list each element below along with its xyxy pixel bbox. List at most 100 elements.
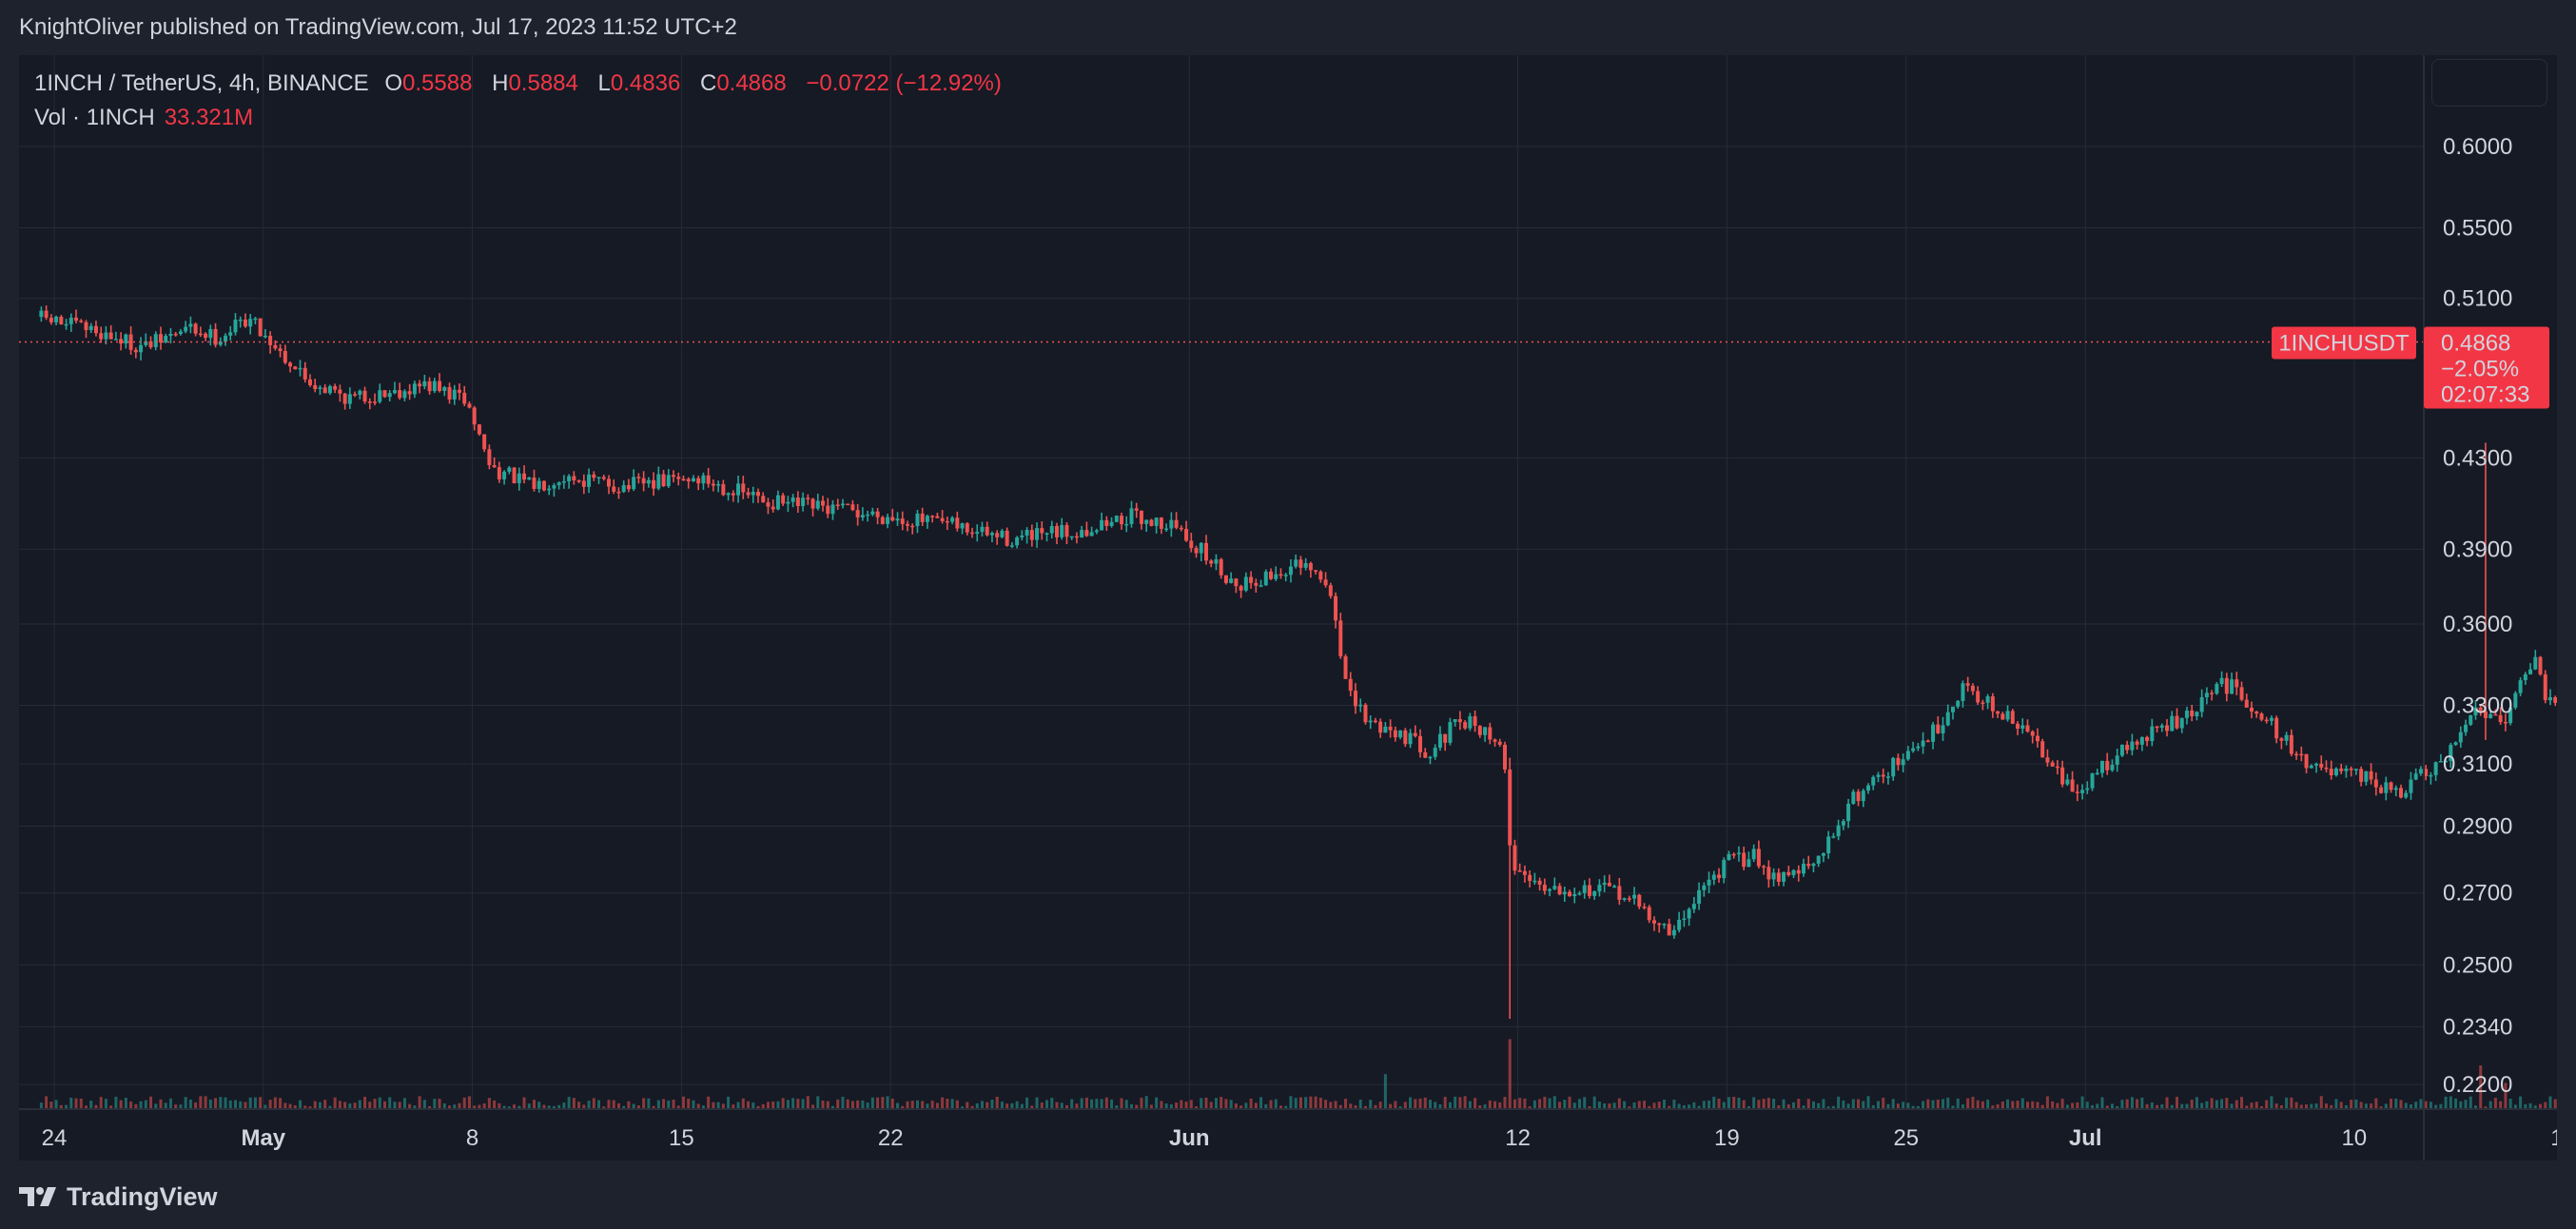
volume-bar xyxy=(368,1102,372,1109)
candle-body xyxy=(1816,855,1821,864)
volume-bar xyxy=(1876,1101,1880,1109)
candle-body xyxy=(283,351,287,363)
grid xyxy=(19,55,2424,1109)
volume-bar xyxy=(388,1097,392,1109)
volume-bar xyxy=(333,1097,337,1109)
volume-bar xyxy=(2011,1101,2015,1109)
legend-open-value: 0.5588 xyxy=(402,70,473,96)
candle-body xyxy=(1508,769,1512,846)
volume-bar xyxy=(766,1102,770,1109)
candle-body xyxy=(731,493,735,496)
volume-bar xyxy=(1204,1097,1208,1109)
candle-body xyxy=(1199,542,1203,554)
candle-body xyxy=(1582,885,1587,893)
candle-body xyxy=(1234,578,1239,587)
volume-bar xyxy=(856,1100,860,1109)
candle-body xyxy=(507,467,512,472)
volume-bar xyxy=(1558,1102,1562,1109)
volume-bar xyxy=(1025,1097,1029,1109)
candle-body xyxy=(1876,774,1881,777)
price-tag-pct: −2.05% xyxy=(2441,356,2519,381)
volume-bar xyxy=(1942,1099,1945,1109)
candle-body xyxy=(457,389,461,393)
candle-body xyxy=(1104,519,1109,526)
volume-bar xyxy=(1657,1102,1661,1109)
candle-body xyxy=(2279,738,2284,741)
candle-body xyxy=(193,323,198,334)
y-tick-label: 0.3600 xyxy=(2443,612,2512,637)
candle-body xyxy=(672,475,676,478)
chart-area[interactable]: 0.2200 0.2340 0.2500 0.2700 0.2900 0.3100 0.33… xyxy=(19,55,2557,1161)
candle-body xyxy=(925,516,929,522)
candle-body xyxy=(766,502,771,507)
candle-body xyxy=(1572,894,1577,897)
x-tick-label: 25 xyxy=(1893,1125,1919,1151)
candle-body xyxy=(2135,741,2139,745)
volume-bar xyxy=(1175,1102,1179,1109)
candle-body xyxy=(1885,776,1890,778)
candle-body xyxy=(1851,791,1856,804)
candle-body xyxy=(273,344,278,349)
volume-bar xyxy=(1652,1102,1656,1109)
volume-bar xyxy=(1902,1102,1905,1109)
candle-body xyxy=(1184,529,1189,541)
volume-bar xyxy=(1100,1099,1103,1109)
volume-bar xyxy=(1583,1097,1587,1109)
candle-body xyxy=(517,473,521,484)
volume-bar xyxy=(149,1096,153,1109)
volume-bar xyxy=(1448,1102,1452,1109)
candle-body xyxy=(1557,886,1562,895)
candle-body xyxy=(751,492,755,496)
candle-body xyxy=(233,320,238,333)
volume-bar xyxy=(966,1102,969,1109)
price-tag: 1INCHUSDT 0.4868 −2.05% 02:07:33 xyxy=(2272,326,2549,409)
candle-body xyxy=(850,504,855,511)
volume-bar xyxy=(2006,1099,2010,1109)
chart-settings-button[interactable] xyxy=(2431,59,2547,107)
candle-body xyxy=(930,516,935,517)
volume-bar xyxy=(398,1102,401,1109)
volume-bar xyxy=(382,1101,386,1109)
volume-bar xyxy=(69,1097,73,1109)
footer-brand[interactable]: TradingView xyxy=(19,1180,218,1214)
candle-body xyxy=(781,495,786,504)
candle-body xyxy=(1005,530,1009,546)
volume-bar xyxy=(462,1097,466,1109)
volume-bar xyxy=(2140,1097,2144,1109)
candle-body xyxy=(935,516,940,518)
volume-bar xyxy=(1358,1099,1362,1109)
candle-body xyxy=(2035,735,2039,742)
price-chart[interactable]: 0.2200 0.2340 0.2500 0.2700 0.2900 0.3100 0.33… xyxy=(19,55,2557,1161)
candle-body xyxy=(561,480,566,483)
legend-open-label: O xyxy=(384,70,403,96)
x-tick-label: Jul xyxy=(2069,1125,2102,1151)
volume-bar xyxy=(2519,1096,2523,1109)
candle-body xyxy=(2294,753,2299,756)
volume-bar xyxy=(567,1097,571,1109)
volume-bar xyxy=(751,1102,755,1109)
volume-bar xyxy=(2210,1098,2214,1109)
candle-body xyxy=(1776,872,1781,882)
candle-body xyxy=(2339,768,2344,771)
candle-body xyxy=(263,335,267,338)
candle-body xyxy=(2309,765,2313,769)
candle-body xyxy=(1203,542,1208,561)
volume-bar xyxy=(2424,1101,2428,1109)
candle-body xyxy=(2547,697,2552,701)
candle-body xyxy=(1423,751,1428,758)
candle-body xyxy=(985,526,989,536)
candle-body xyxy=(2095,772,2099,775)
candle-body xyxy=(866,514,870,517)
volume-bar xyxy=(2125,1099,2129,1109)
candle-body xyxy=(1697,889,1702,905)
candle-body xyxy=(541,480,546,491)
volume-bar xyxy=(1732,1097,1736,1109)
candle-body xyxy=(656,474,661,489)
candle-body xyxy=(1756,849,1761,867)
candle-body xyxy=(2364,771,2369,782)
candle-body xyxy=(1905,751,1910,760)
volume-bar xyxy=(1220,1097,1223,1109)
candle-body xyxy=(1094,530,1099,533)
candle-body xyxy=(1647,907,1651,921)
candle-body xyxy=(44,310,49,319)
